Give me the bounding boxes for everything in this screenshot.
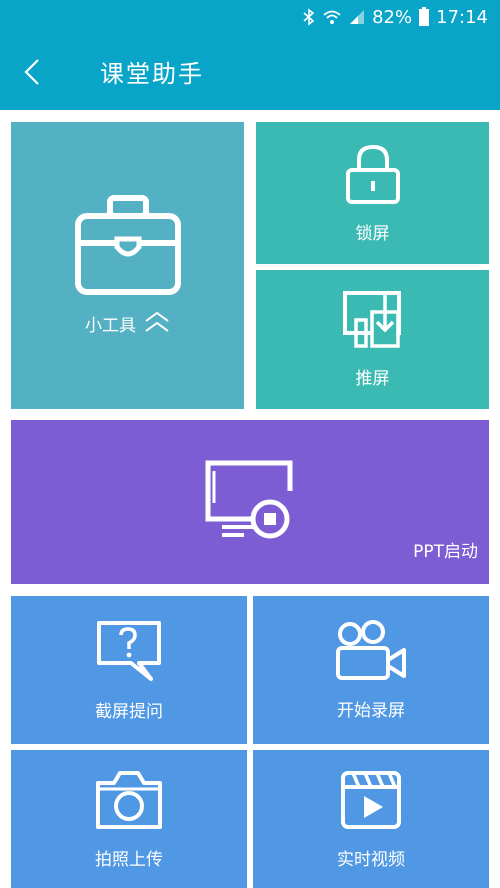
lock-screen-tile[interactable]: 锁屏: [256, 122, 489, 264]
tools-label: 小工具: [85, 316, 136, 336]
page-title: 课堂助手: [100, 60, 204, 88]
signal-icon: [348, 8, 366, 26]
photo-upload-label: 拍照上传: [95, 849, 163, 870]
start-recording-label: 开始录屏: [337, 700, 405, 721]
video-camera-icon: [334, 619, 408, 686]
battery-percent: 82%: [372, 6, 413, 28]
photo-upload-tile[interactable]: 拍照上传: [11, 750, 247, 888]
chevron-up-icon[interactable]: [144, 311, 170, 337]
screenshot-question-label: 截屏提问: [95, 701, 163, 722]
back-arrow-icon[interactable]: [18, 54, 48, 90]
push-screen-tile[interactable]: 推屏: [256, 270, 489, 409]
toolbox-icon: [73, 194, 183, 299]
lock-icon: [344, 143, 402, 209]
battery-icon: [418, 7, 430, 27]
live-video-tile[interactable]: 实时视频: [253, 750, 489, 888]
lock-screen-label: 锁屏: [355, 223, 390, 244]
video-play-icon: [339, 769, 403, 835]
clock: 17:14: [436, 6, 488, 28]
ppt-start-tile[interactable]: PPT启动: [11, 420, 489, 584]
bluetooth-icon: [302, 8, 316, 26]
camera-icon: [94, 769, 164, 835]
wifi-icon: [322, 8, 342, 26]
screenshot-question-tile[interactable]: 截屏提问: [11, 596, 247, 744]
push-screen-label: 推屏: [355, 369, 390, 389]
push-screen-icon: [342, 290, 404, 354]
start-recording-tile[interactable]: 开始录屏: [253, 596, 489, 744]
tools-tile[interactable]: 小工具: [11, 122, 244, 409]
live-video-label: 实时视频: [337, 849, 405, 870]
presentation-icon: [204, 459, 296, 545]
question-bubble-icon: [95, 619, 163, 687]
status-bar: 82% 17:14: [0, 0, 500, 34]
app-bar: 课堂助手: [0, 34, 500, 110]
ppt-start-label: PPT启动: [413, 542, 478, 562]
